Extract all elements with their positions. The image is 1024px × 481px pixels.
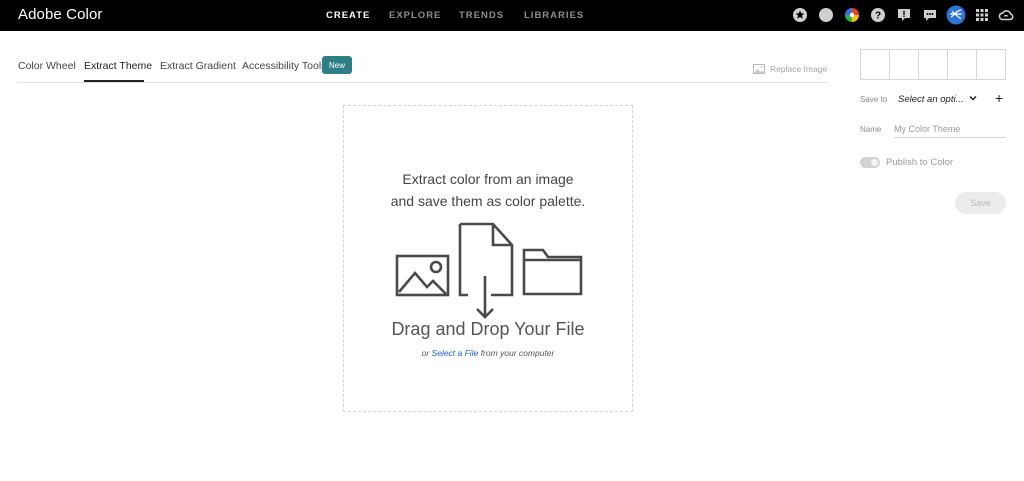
folder-icon	[522, 248, 583, 296]
dropzone-heading-line1: Extract color from an image	[402, 171, 574, 187]
image-icon	[753, 64, 765, 74]
tab-color-wheel[interactable]: Color Wheel	[18, 60, 76, 72]
image-icon	[395, 254, 450, 297]
moon-icon[interactable]	[818, 7, 834, 23]
drag-drop-label: Drag and Drop Your File	[391, 319, 585, 339]
publish-toggle[interactable]	[860, 157, 880, 168]
swatch-2[interactable]	[890, 50, 919, 79]
file-download-icon	[458, 222, 514, 319]
replace-image-label: Replace Image	[770, 64, 828, 74]
nav-create[interactable]: CREATE	[326, 10, 370, 21]
select-file-prefix: or	[421, 348, 432, 358]
select-file-link[interactable]: Select a File	[432, 348, 479, 358]
select-file-suffix: from your computer	[478, 348, 555, 358]
top-bar: Adobe Color CREATE EXPLORE TRENDS LIBRAR…	[0, 0, 1024, 31]
chevron-down-icon[interactable]	[968, 93, 978, 103]
color-wheel-icon[interactable]	[844, 7, 860, 23]
theme-name-input[interactable]	[894, 120, 1006, 138]
nav-trends[interactable]: TRENDS	[459, 10, 504, 21]
star-icon[interactable]	[792, 7, 808, 23]
tab-extract-gradient[interactable]: Extract Gradient	[160, 60, 236, 72]
save-button[interactable]: Save	[955, 192, 1006, 214]
color-swatches	[860, 49, 1006, 80]
creative-cloud-icon[interactable]	[998, 7, 1014, 23]
name-label: Name	[860, 125, 882, 134]
feedback-icon[interactable]	[896, 7, 912, 23]
new-badge: New	[322, 56, 352, 74]
select-file-line: or Select a File from your computer	[344, 348, 632, 358]
apps-grid-icon[interactable]	[974, 7, 990, 23]
swatch-4[interactable]	[948, 50, 977, 79]
save-to-select[interactable]: Select an opti...	[898, 94, 963, 105]
swatch-3[interactable]	[919, 50, 948, 79]
app-title[interactable]: Adobe Color	[18, 6, 103, 23]
replace-image-button[interactable]: Replace Image	[753, 64, 827, 74]
help-icon[interactable]: ?	[870, 7, 886, 23]
dropzone-heading-line2: and save them as color palette.	[390, 193, 586, 209]
nav-libraries[interactable]: LIBRARIES	[524, 10, 584, 21]
add-library-button[interactable]: +	[995, 91, 1003, 105]
tab-accessibility-tools[interactable]: Accessibility Tools	[242, 60, 326, 72]
svg-text:?: ?	[875, 11, 881, 22]
swatch-5[interactable]	[977, 50, 1005, 79]
chat-icon[interactable]	[922, 7, 938, 23]
avatar[interactable]	[946, 5, 966, 25]
swatch-1[interactable]	[861, 50, 890, 79]
publish-label: Publish to Color	[886, 157, 954, 168]
tab-extract-theme[interactable]: Extract Theme	[84, 60, 152, 72]
image-drop-zone[interactable]: Extract color from an image and save the…	[343, 105, 633, 412]
nav-explore[interactable]: EXPLORE	[389, 10, 441, 21]
tab-divider	[18, 82, 828, 83]
save-to-label: Save to	[860, 95, 888, 104]
upload-illustration	[395, 222, 583, 319]
